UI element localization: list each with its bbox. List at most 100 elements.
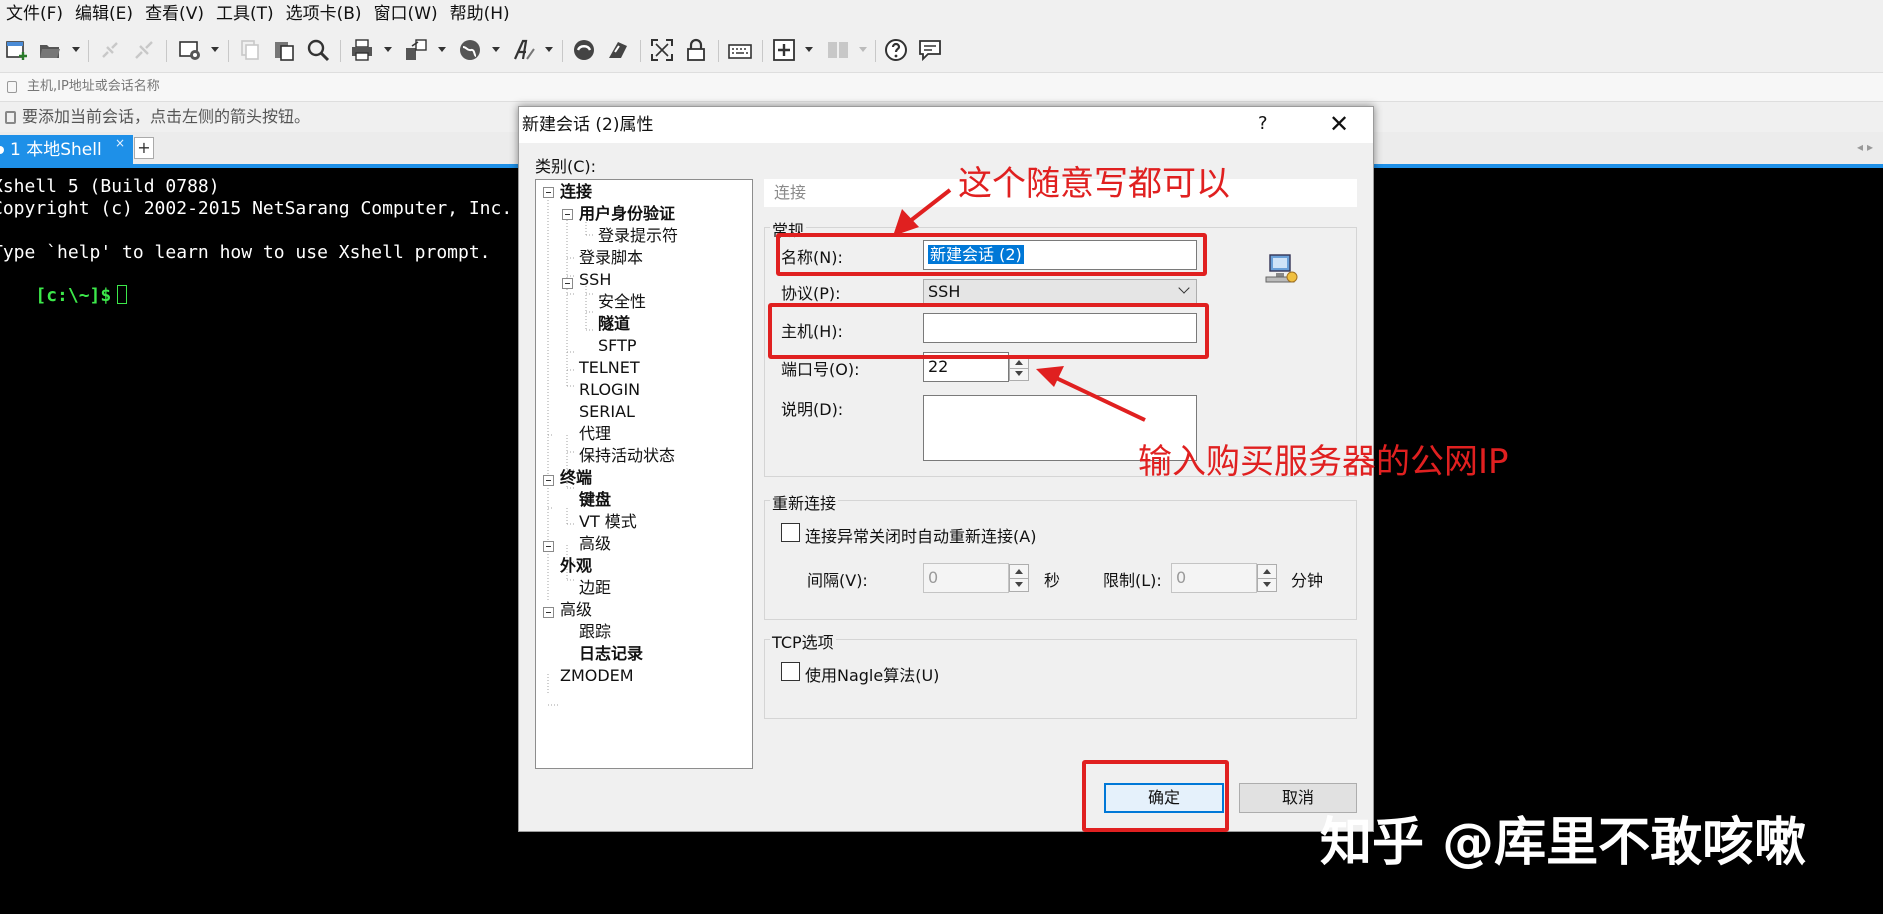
network-computer-icon [1264, 251, 1300, 287]
nagle-checkbox[interactable] [781, 662, 800, 681]
interval-input[interactable]: 0 [923, 563, 1009, 593]
zhihu-watermark: 知乎 @库里不敢咳嗽 [1320, 813, 1807, 873]
tree-collapse-icon[interactable] [543, 187, 554, 198]
address-lock-icon [7, 81, 17, 93]
tree-collapse-icon[interactable] [562, 278, 573, 289]
tree-item-authentication[interactable]: 用户身份验证 [579, 204, 675, 224]
bookmark-icon[interactable] [5, 111, 16, 124]
tree-collapse-icon[interactable] [543, 607, 554, 618]
protocol-label: 协议(P): [781, 284, 841, 303]
tree-collapse-icon[interactable] [543, 475, 554, 486]
open-dropdown-icon[interactable] [72, 47, 80, 52]
layout-dropdown-icon[interactable] [859, 47, 867, 52]
properties-dropdown-icon[interactable] [211, 47, 219, 52]
new-tab-button[interactable]: + [134, 137, 154, 159]
menu-window[interactable]: 窗口(W) [368, 0, 444, 28]
tree-item-login-scripts[interactable]: 登录脚本 [579, 248, 643, 268]
tree-collapse-icon[interactable] [543, 541, 554, 552]
tree-item-security[interactable]: 安全性 [598, 292, 646, 312]
tree-item-serial[interactable]: SERIAL [579, 402, 635, 422]
help-icon[interactable] [884, 38, 908, 62]
transfer-dropdown-icon[interactable] [438, 47, 446, 52]
menu-edit[interactable]: 编辑(E) [69, 0, 139, 28]
copy-icon[interactable] [238, 38, 262, 62]
address-bar[interactable]: 主机,IP地址或会话名称 [0, 72, 1883, 102]
open-folder-icon[interactable] [38, 38, 62, 62]
fullscreen-icon[interactable] [650, 38, 674, 62]
tree-item-vt-mode[interactable]: VT 模式 [579, 512, 637, 532]
protocol-select[interactable]: SSH [923, 279, 1197, 305]
annotation-host-note: 输入购买服务器的公网IP [1138, 442, 1509, 482]
add-dropdown-icon[interactable] [805, 47, 813, 52]
chat-icon[interactable] [918, 38, 942, 62]
address-input-placeholder[interactable]: 主机,IP地址或会话名称 [27, 73, 160, 101]
interval-label: 间隔(V): [807, 571, 868, 590]
add-icon[interactable] [772, 38, 796, 62]
auto-reconnect-checkbox[interactable] [781, 523, 800, 542]
tree-item-sftp[interactable]: SFTP [598, 336, 637, 356]
limit-input[interactable]: 0 [1171, 563, 1257, 593]
find-icon[interactable] [306, 38, 330, 62]
print-icon[interactable] [350, 38, 374, 62]
keyboard-icon[interactable] [728, 38, 752, 62]
tab-local-shell[interactable]: 1 本地Shell × [0, 135, 133, 165]
layout-icon[interactable] [826, 38, 850, 62]
session-properties-icon[interactable] [178, 38, 202, 62]
connect-icon[interactable] [98, 38, 122, 62]
tree-item-logging[interactable]: 日志记录 [579, 644, 643, 664]
tab-scroll-arrows-icon[interactable]: ◂▸ [1857, 140, 1877, 154]
protocol-select-value: SSH [928, 282, 961, 301]
tree-item-terminal[interactable]: 终端 [560, 468, 592, 488]
globe-icon[interactable] [458, 38, 482, 62]
disconnect-icon[interactable] [132, 38, 156, 62]
toolbar-separator [718, 40, 719, 62]
menu-tab[interactable]: 选项卡(B) [280, 0, 368, 28]
tree-item-margins[interactable]: 边距 [579, 578, 611, 598]
terminal-cursor [117, 285, 128, 304]
dialog-titlebar[interactable]: 新建会话 (2)属性 ? ✕ [519, 107, 1373, 143]
dialog-close-button[interactable]: ✕ [1329, 107, 1349, 141]
toolbar-separator [875, 40, 876, 62]
tree-item-login-prompts[interactable]: 登录提示符 [598, 226, 678, 246]
tree-item-keep-alive[interactable]: 保持活动状态 [579, 446, 675, 466]
tree-item-connection[interactable]: 连接 [560, 182, 592, 202]
menu-tools[interactable]: 工具(T) [210, 0, 280, 28]
menu-help[interactable]: 帮助(H) [444, 0, 516, 28]
tab-close-icon[interactable]: × [115, 128, 125, 158]
tree-item-rlogin[interactable]: RLOGIN [579, 380, 640, 400]
paste-icon[interactable] [272, 38, 296, 62]
globe-dropdown-icon[interactable] [492, 47, 500, 52]
tree-item-terminal-advanced[interactable]: 高级 [579, 534, 611, 554]
tree-item-zmodem[interactable]: ZMODEM [560, 666, 634, 686]
name-field-highlight [776, 233, 1207, 276]
menu-view[interactable]: 查看(V) [139, 0, 210, 28]
dialog-help-button[interactable]: ? [1258, 107, 1268, 141]
tree-item-proxy[interactable]: 代理 [579, 424, 611, 444]
interval-unit: 秒 [1044, 571, 1061, 590]
interval-stepper[interactable] [1009, 564, 1029, 592]
transfer-icon[interactable] [404, 38, 428, 62]
tree-item-appearance[interactable]: 外观 [560, 556, 592, 576]
xftp-icon[interactable] [572, 38, 596, 62]
font-dropdown-icon[interactable] [545, 47, 553, 52]
tree-item-ssh[interactable]: SSH [579, 270, 611, 290]
tree-collapse-icon[interactable] [562, 209, 573, 220]
new-session-icon[interactable] [5, 38, 29, 62]
tree-item-tunneling[interactable]: 隧道 [598, 314, 630, 334]
reconnect-group [764, 500, 1357, 620]
tree-item-telnet[interactable]: TELNET [579, 358, 640, 378]
tree-item-trace[interactable]: 跟踪 [579, 622, 611, 642]
limit-stepper[interactable] [1257, 564, 1277, 592]
terminal-prompt: [c:\~]$ [35, 285, 112, 306]
terminal-line: Xshell 5 (Build 0788) [0, 176, 220, 197]
lock-icon[interactable] [684, 38, 708, 62]
font-icon[interactable] [512, 38, 536, 62]
xagent-icon[interactable] [606, 38, 630, 62]
category-label: 类别(C): [535, 157, 597, 176]
print-dropdown-icon[interactable] [384, 47, 392, 52]
category-tree[interactable]: 连接 用户身份验证 登录提示符 登录脚本 SSH 安全性 隧道 SFTP TEL… [535, 179, 753, 769]
tree-item-advanced[interactable]: 高级 [560, 600, 592, 620]
menu-file[interactable]: 文件(F) [0, 0, 69, 28]
tree-item-keyboard[interactable]: 键盘 [579, 490, 611, 510]
host-field-highlight [768, 303, 1209, 359]
